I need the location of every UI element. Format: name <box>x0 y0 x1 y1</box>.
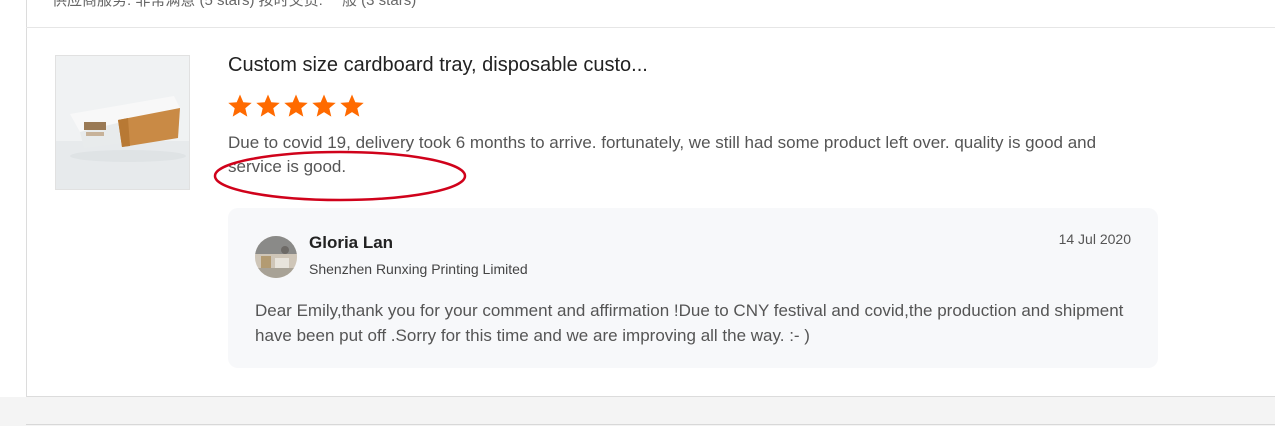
star-icon <box>312 94 336 117</box>
replier-company[interactable]: Shenzhen Runxing Printing Limited <box>309 261 528 277</box>
product-title-link[interactable]: Custom size cardboard tray, disposable c… <box>228 54 648 77</box>
previous-review-partial-text: 供应商服务: 非常满意 (5 stars) 按时交货: 一般 (3 stars) <box>52 0 417 9</box>
star-icon <box>228 94 252 117</box>
replier-name: Gloria Lan <box>309 233 394 252</box>
star-icon <box>256 94 280 117</box>
avatar-photo-icon <box>255 236 297 278</box>
next-section-divider <box>26 424 1275 425</box>
next-section-band <box>0 397 1275 426</box>
reply-text: Dear Emily,thank you for your comment an… <box>255 301 1124 345</box>
review-text: Due to covid 19, delivery took 6 months … <box>228 133 1097 176</box>
star-rating <box>227 93 365 119</box>
review-card-left-border <box>26 0 27 397</box>
supplier-reply-card: Gloria Lan Shenzhen Runxing Printing Lim… <box>228 208 1158 368</box>
reply-date: 14 Jul 2020 <box>1058 231 1131 247</box>
avatar <box>255 236 297 278</box>
cardboard-tray-image <box>56 56 189 189</box>
section-divider-top <box>26 27 1275 28</box>
star-icon <box>340 94 364 117</box>
product-thumbnail[interactable] <box>55 55 190 190</box>
star-icon <box>284 94 308 117</box>
